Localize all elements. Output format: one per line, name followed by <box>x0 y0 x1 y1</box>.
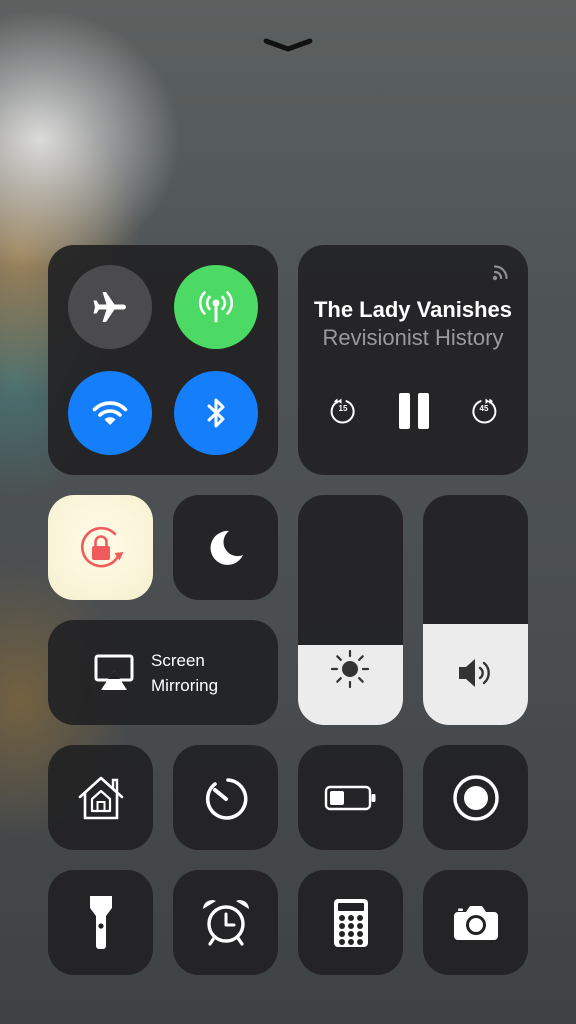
airplane-icon <box>93 292 126 322</box>
home-icon <box>78 776 123 819</box>
flashlight-button[interactable] <box>48 870 153 975</box>
skip-forward-seconds: 45 <box>479 404 489 413</box>
home-button[interactable] <box>48 745 153 850</box>
volume-slider[interactable] <box>423 495 528 725</box>
skip-forward-button[interactable]: 45 <box>468 395 500 427</box>
brightness-slider[interactable] <box>298 495 403 725</box>
moon-icon <box>210 530 243 565</box>
screen-mirroring-icon <box>94 654 134 690</box>
wifi-toggle[interactable] <box>68 371 152 455</box>
skip-back-button[interactable]: 15 <box>327 395 359 427</box>
screen-recording-icon <box>452 774 499 821</box>
now-playing-subtitle: Revisionist History <box>322 325 504 350</box>
chevron-down-icon <box>263 38 313 52</box>
alarm-button[interactable] <box>173 870 278 975</box>
timer-icon <box>205 777 248 820</box>
airplane-mode-toggle[interactable] <box>68 265 152 349</box>
now-playing-module: The Lady Vanishes Revisionist History 15… <box>298 245 528 475</box>
screen-mirroring-label-line1: Screen <box>151 651 205 670</box>
flashlight-icon <box>89 895 112 949</box>
do-not-disturb-toggle[interactable] <box>173 495 278 600</box>
cellular-data-toggle[interactable] <box>174 265 258 349</box>
screen-mirroring-label-line2: Mirroring <box>151 676 219 695</box>
bluetooth-icon <box>207 398 225 428</box>
low-power-mode-icon <box>324 785 375 810</box>
antenna-icon <box>198 291 234 323</box>
pause-icon <box>399 393 429 429</box>
brightness-icon <box>330 649 370 689</box>
alarm-clock-icon <box>202 899 249 946</box>
now-playing-title: The Lady Vanishes <box>313 297 513 322</box>
orientation-lock-icon <box>80 526 123 567</box>
dismiss-handle[interactable] <box>262 34 314 56</box>
pause-button[interactable] <box>398 392 430 430</box>
camera-icon <box>453 905 498 940</box>
calculator-icon <box>333 898 368 947</box>
airplay-audio-button[interactable] <box>488 259 514 285</box>
connectivity-module <box>48 245 278 475</box>
wifi-icon <box>92 401 128 425</box>
orientation-lock-toggle[interactable] <box>48 495 153 600</box>
timer-button[interactable] <box>173 745 278 850</box>
calculator-button[interactable] <box>298 870 403 975</box>
screen-recording-button[interactable] <box>423 745 528 850</box>
screen-mirroring-button[interactable]: Screen Mirroring <box>48 620 278 725</box>
airplay-audio-icon <box>492 265 508 281</box>
speaker-volume-icon <box>459 659 490 687</box>
camera-button[interactable] <box>423 870 528 975</box>
bluetooth-toggle[interactable] <box>174 371 258 455</box>
low-power-mode-button[interactable] <box>298 745 403 850</box>
skip-back-seconds: 15 <box>338 404 348 413</box>
